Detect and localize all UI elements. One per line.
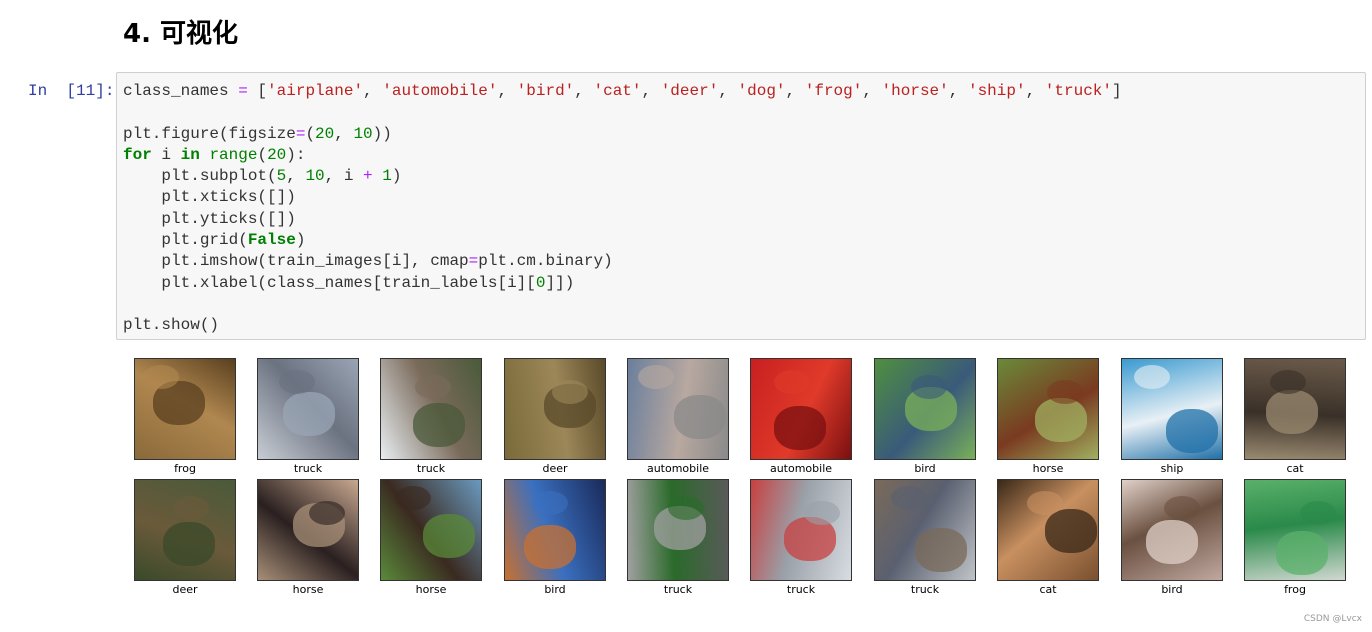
image-label: automobile (769, 462, 833, 475)
image-label: automobile (646, 462, 710, 475)
image-label: cat (1039, 583, 1057, 596)
code-line-12: plt.show() (123, 316, 220, 335)
sample-image-cat (1244, 358, 1346, 460)
sample-image-horse (257, 479, 359, 581)
image-label: horse (1032, 462, 1064, 475)
sample-image-truck (627, 479, 729, 581)
sample-image-ship (1121, 358, 1223, 460)
code-line-7: plt.yticks([]) (123, 209, 296, 228)
code-line-6: plt.xticks([]) (123, 188, 296, 207)
code-line-10: plt.xlabel(class_names[train_labels[i][0… (123, 273, 575, 292)
image-label: deer (542, 462, 568, 475)
image-label: truck (293, 462, 323, 475)
sample-image-cat (997, 479, 1099, 581)
image-label: truck (416, 462, 446, 475)
image-label: bird (914, 462, 936, 475)
image-label: ship (1160, 462, 1184, 475)
code-line-8: plt.grid(False) (123, 231, 306, 250)
sample-image-bird (874, 358, 976, 460)
sample-image-automobile (750, 358, 852, 460)
sample-image-truck (750, 479, 852, 581)
code-line-5: plt.subplot(5, 10, i + 1) (123, 167, 402, 186)
code-line-1: class_names = ['airplane', 'automobile',… (123, 82, 1122, 100)
image-label: truck (663, 583, 693, 596)
cell-prompt: In [11]: (28, 82, 115, 100)
sample-image-horse (997, 358, 1099, 460)
sample-image-truck (257, 358, 359, 460)
sample-image-truck (380, 358, 482, 460)
image-label: bird (544, 583, 566, 596)
image-label: deer (172, 583, 198, 596)
sample-image-deer (134, 479, 236, 581)
code-line-3: plt.figure(figsize=(20, 10)) (123, 124, 392, 143)
image-label: frog (174, 462, 196, 475)
image-label: bird (1161, 583, 1183, 596)
sample-image-horse (380, 479, 482, 581)
sample-image-deer (504, 358, 606, 460)
code-line-9: plt.imshow(train_images[i], cmap=plt.cm.… (123, 252, 613, 271)
cell-output: frog truck truck deer automobile automobile bi… (116, 350, 1366, 600)
code-editor[interactable]: class_names = ['airplane', 'automobile',… (117, 73, 1365, 337)
sample-image-frog (134, 358, 236, 460)
sample-image-bird (1121, 479, 1223, 581)
sample-image-truck (874, 479, 976, 581)
image-label: horse (292, 583, 324, 596)
sample-image-bird (504, 479, 606, 581)
section-heading: 4. 可视化 (123, 19, 239, 49)
image-label: frog (1284, 583, 1306, 596)
code-line-4: for i in range(20): (123, 145, 306, 164)
code-cell[interactable]: class_names = ['airplane', 'automobile',… (116, 72, 1366, 340)
watermark: CSDN @Lvcx (1303, 614, 1362, 624)
image-label: truck (786, 583, 816, 596)
image-label: cat (1286, 462, 1304, 475)
image-label: truck (910, 583, 940, 596)
sample-image-frog (1244, 479, 1346, 581)
sample-image-automobile (627, 358, 729, 460)
image-label: horse (415, 583, 447, 596)
